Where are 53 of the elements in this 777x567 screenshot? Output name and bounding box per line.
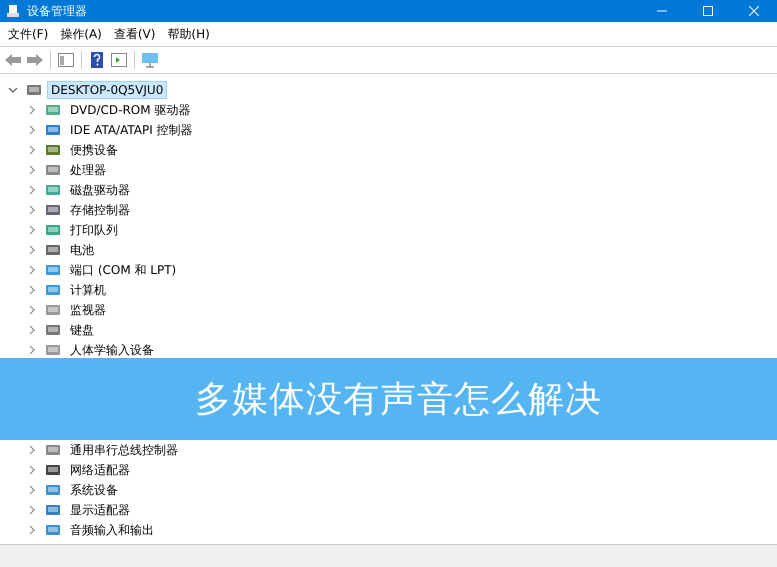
- menu-item[interactable]: 操作(A): [54, 23, 108, 45]
- monitor-icon[interactable]: [141, 51, 159, 69]
- device-icon: [45, 282, 61, 298]
- tree-item[interactable]: 电池: [67, 240, 97, 260]
- tree-item[interactable]: 网络适配器: [67, 460, 133, 480]
- forward-button[interactable]: [26, 51, 44, 69]
- tree-item[interactable]: 存储控制器: [67, 200, 133, 220]
- tree-item[interactable]: 端口 (COM 和 LPT): [67, 260, 180, 280]
- device-icon: [45, 522, 61, 538]
- help-button[interactable]: [88, 51, 106, 69]
- device-icon: [45, 242, 61, 258]
- device-icon: [45, 262, 61, 278]
- maximize-icon: [703, 6, 713, 16]
- app-icon: [6, 4, 20, 18]
- device-icon: [45, 482, 61, 498]
- device-icon: [45, 162, 61, 178]
- device-icon: [45, 102, 61, 118]
- console-tree-button[interactable]: [57, 51, 75, 69]
- tree-item[interactable]: 便携设备: [67, 140, 121, 160]
- menu-item[interactable]: 文件(F): [2, 23, 54, 45]
- banner-title: 多媒体没有声音怎么解决: [195, 378, 602, 422]
- close-icon: [749, 6, 759, 16]
- tree-item[interactable]: 键盘: [67, 320, 97, 340]
- device-icon: [45, 122, 61, 138]
- tree-item[interactable]: IDE ATA/ATAPI 控制器: [67, 120, 196, 140]
- device-icon: [45, 302, 61, 318]
- device-icon: [45, 442, 61, 458]
- device-icon: [45, 142, 61, 158]
- tree-item[interactable]: 计算机: [67, 280, 109, 300]
- tree-item[interactable]: DESKTOP-0Q5VJU0: [48, 82, 166, 98]
- tree-item[interactable]: 监视器: [67, 300, 109, 320]
- menu-item[interactable]: 帮助(H): [161, 23, 216, 45]
- device-icon: [45, 222, 61, 238]
- window-title: 设备管理器: [27, 2, 88, 20]
- device-icon: [45, 462, 61, 478]
- device-icon: [45, 202, 61, 218]
- back-button[interactable]: [4, 51, 22, 69]
- tree-item[interactable]: 系统设备: [67, 480, 121, 500]
- menu-item[interactable]: 查看(V): [108, 23, 162, 45]
- properties-button[interactable]: [110, 51, 128, 69]
- device-icon: [45, 182, 61, 198]
- tree-item[interactable]: 处理器: [67, 160, 109, 180]
- device-icon: [45, 502, 61, 518]
- tree-item[interactable]: 通用串行总线控制器: [67, 440, 181, 460]
- tree-item[interactable]: DVD/CD-ROM 驱动器: [67, 100, 194, 120]
- tree-item[interactable]: 磁盘驱动器: [67, 180, 133, 200]
- device-icon: [45, 322, 61, 338]
- tree-item[interactable]: 打印队列: [67, 220, 121, 240]
- device-icon: [26, 82, 42, 98]
- tree-item[interactable]: 人体学输入设备: [67, 340, 157, 360]
- tree-item[interactable]: 音频输入和输出: [67, 520, 157, 540]
- tree-item[interactable]: 显示适配器: [67, 500, 133, 520]
- device-icon: [45, 342, 61, 358]
